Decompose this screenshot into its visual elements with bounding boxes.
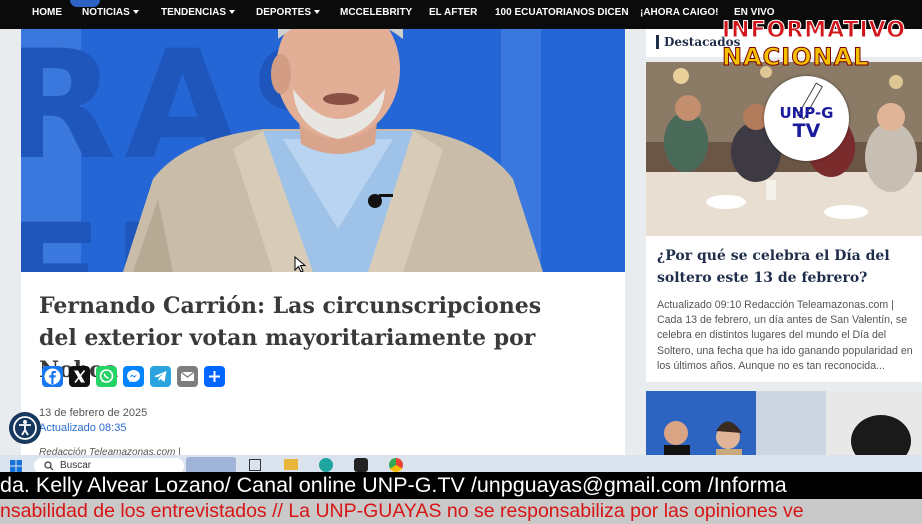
nav-item-ahora-caigo[interactable]: ¡AHORA CAIGO! — [640, 0, 719, 29]
chrome-icon[interactable] — [389, 458, 403, 472]
nav-item-100-ecuatorianos[interactable]: 100 ECUATORIANOS DICEN — [495, 0, 629, 29]
chevron-down-icon — [229, 10, 236, 14]
featured-article-summary: Actualizado 09:10 Redacción Teleamazonas… — [657, 299, 913, 372]
article-date: 13 de febrero de 2025 — [39, 407, 148, 419]
nav-item-deportes[interactable]: DEPORTES — [256, 0, 321, 29]
informativo-logo-text: INFORMATIVO — [721, 18, 907, 44]
nav-label: ¡AHORA CAIGO! — [640, 7, 719, 18]
nav-item-el-after[interactable]: EL AFTER — [429, 0, 477, 29]
nav-label: HOME — [32, 7, 62, 18]
nav-item-tendencias[interactable]: TENDENCIAS — [161, 0, 236, 29]
chevron-down-icon — [314, 10, 321, 14]
nav-item-home[interactable]: HOME — [32, 0, 62, 29]
accessibility-icon — [13, 416, 37, 440]
task-view-icon[interactable] — [249, 459, 261, 471]
nav-label: EL AFTER — [429, 7, 478, 18]
nav-label: NOTICIAS — [82, 7, 130, 18]
accessibility-button[interactable] — [9, 412, 41, 444]
search-icon — [44, 461, 54, 471]
taskbar-widget[interactable] — [186, 457, 236, 473]
app-icon[interactable] — [354, 458, 368, 472]
news-ticker-top: da. Kelly Alvear Lozano/ Canal online UN… — [0, 472, 922, 499]
chevron-down-icon — [132, 10, 139, 14]
ticker-text-bottom: nsabilidad de los entrevistados // La UN… — [0, 500, 804, 522]
interviewee-image — [123, 29, 543, 272]
ticker-text-top: da. Kelly Alvear Lozano/ Canal online UN… — [0, 473, 787, 497]
whatsapp-icon[interactable] — [96, 366, 117, 387]
email-icon[interactable] — [177, 366, 198, 387]
article-updated-time: Actualizado 08:35 — [39, 422, 127, 434]
nacional-logo-text: NACIONAL — [722, 43, 870, 72]
nav-label: MCCELEBRITY — [340, 7, 413, 18]
file-explorer-icon[interactable] — [284, 459, 298, 470]
edge-icon[interactable] — [319, 458, 333, 472]
nav-item-mccelebrity[interactable]: MCCELEBRITY — [340, 0, 412, 29]
article-video[interactable]: RAS EN — [21, 29, 625, 272]
mouse-cursor-icon — [294, 256, 306, 273]
share-icon[interactable] — [204, 366, 225, 387]
news-ticker-bottom: nsabilidad de los entrevistados // La UN… — [0, 499, 922, 524]
nav-item-noticias[interactable]: NOTICIAS — [82, 0, 139, 29]
windows-start-icon[interactable] — [10, 460, 22, 472]
nav-label: TENDENCIAS — [161, 7, 227, 18]
x-icon[interactable] — [69, 366, 90, 387]
article-headline: Fernando Carrión: Las circunscripciones … — [39, 293, 542, 383]
telegram-icon[interactable] — [150, 366, 171, 387]
article-body: Fernando Carrión: Las circunscripciones … — [21, 272, 625, 462]
badge-text-line2: TV — [792, 120, 821, 142]
nav-label: DEPORTES — [256, 7, 312, 18]
facebook-icon[interactable] — [42, 366, 63, 387]
nav-label: 100 ECUATORIANOS DICEN — [495, 7, 629, 18]
messenger-icon[interactable] — [123, 366, 144, 387]
nav-label: EN VIVO — [734, 7, 775, 18]
unpg-tv-logo: UNP-G TV — [764, 76, 849, 161]
featured-article-card[interactable]: ¿Por qué se celebra el Día del soltero e… — [646, 236, 922, 382]
featured-article-title[interactable]: ¿Por qué se celebra el Día del soltero e… — [657, 245, 917, 289]
